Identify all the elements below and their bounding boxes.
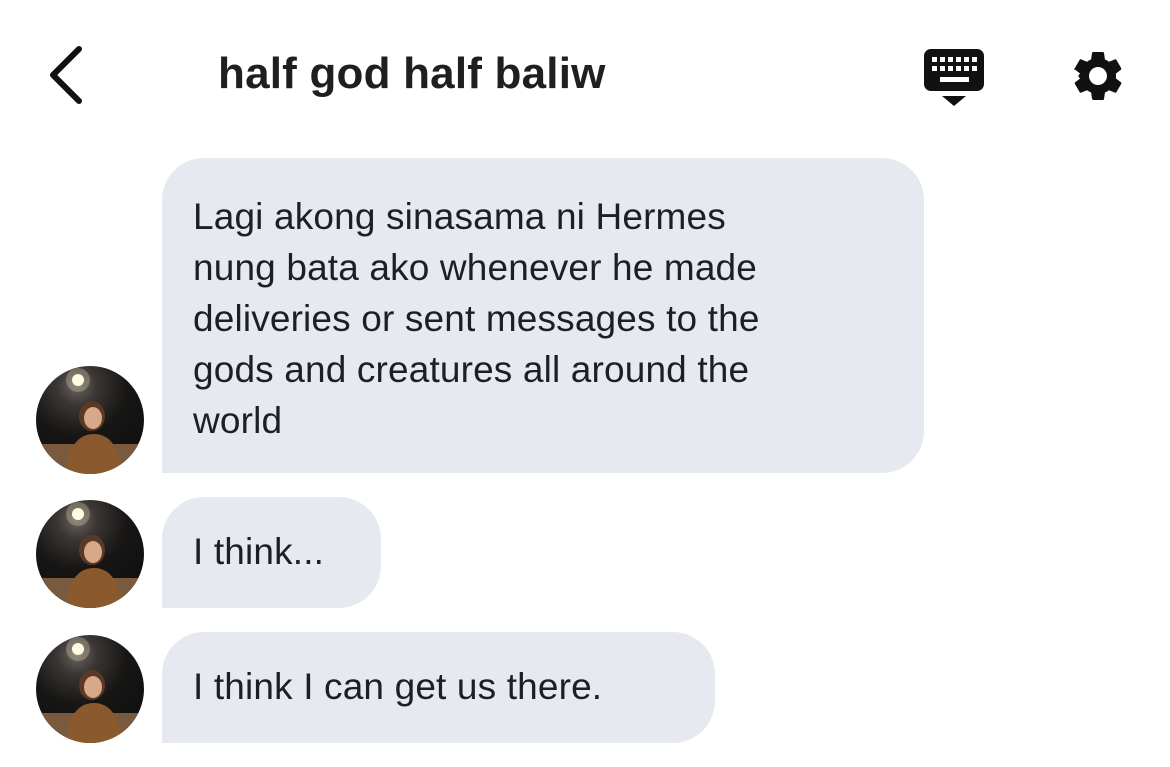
message-text: I think... [193,531,325,572]
message-bubble[interactable]: I think I can get us there. [162,632,715,743]
avatar-photo-icon [36,368,144,474]
avatar[interactable] [36,366,144,474]
gear-icon [1073,51,1122,100]
keyboard-button[interactable] [916,40,992,112]
message-bubble[interactable]: I think... [162,497,381,608]
settings-button[interactable] [1062,40,1134,112]
avatar-photo-icon [36,502,144,608]
page-title: half god half baliw [218,49,606,98]
avatar[interactable] [36,500,144,608]
chat-screen: half god half baliw Lagi akong sinasama … [0,0,1170,767]
avatar[interactable] [36,635,144,743]
message-text: I think I can get us there. [193,666,603,707]
message-text: Lagi akong sinasama ni Hermes nung bata … [193,196,760,441]
back-button[interactable] [30,30,100,120]
message-bubble[interactable]: Lagi akong sinasama ni Hermes nung bata … [162,158,924,473]
keyboard-icon [924,49,984,106]
chevron-left-icon [50,46,82,104]
chat-header: half god half baliw [0,0,1170,150]
avatar-photo-icon [36,637,144,743]
